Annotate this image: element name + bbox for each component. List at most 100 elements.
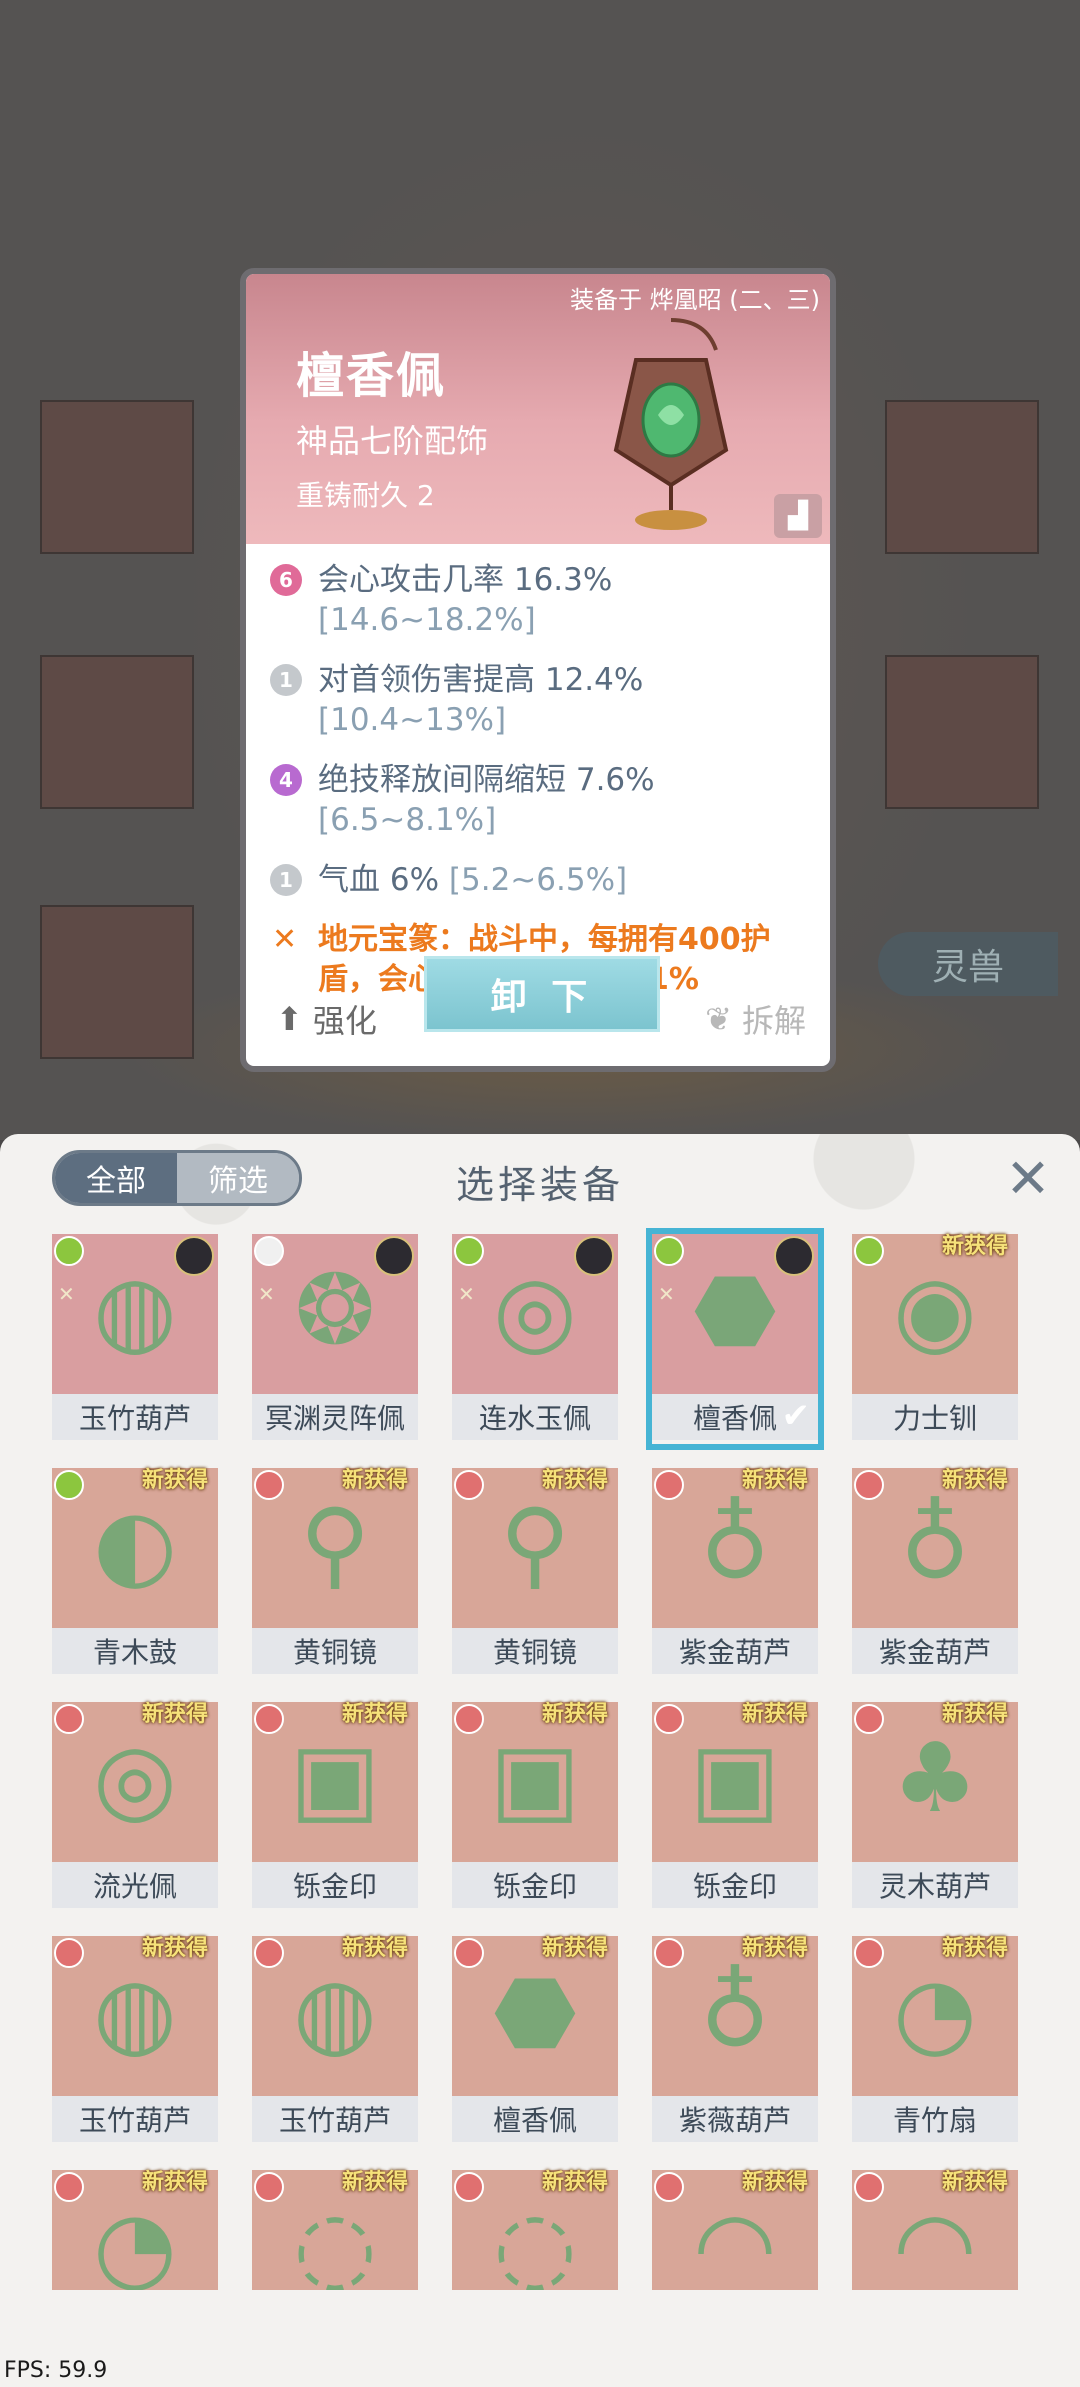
- new-tag: 新获得: [141, 1702, 208, 1727]
- card-actions: ⬆ 强化 卸 下 ❦ 拆解: [246, 956, 830, 1066]
- stat-row: 6 会心攻击几率 16.3% [14.6~18.2%]: [246, 560, 830, 640]
- rarity-icon: [454, 2172, 484, 2202]
- new-tag: 新获得: [941, 1702, 1008, 1727]
- item-detail-card: 装备于 烨凰昭 (二、三) 檀香佩 神品七阶配饰 重铸耐久 2 ▟ 6 会心攻击…: [240, 268, 836, 1072]
- equipment-slot[interactable]: ◎ 新获得 流光佩: [52, 1702, 218, 1912]
- equipment-slot[interactable]: ◎ ✕ 连水玉佩: [452, 1234, 618, 1444]
- upgrade-label: 强化: [312, 1002, 377, 1040]
- new-tag: 新获得: [341, 1468, 408, 1493]
- panel-title: 选择装备: [455, 1163, 624, 1207]
- rarity-icon: [854, 2172, 884, 2202]
- equipment-slot[interactable]: ⬣ ✕ 檀香佩 ✔: [646, 1228, 824, 1450]
- equipment-art-icon: ♁: [699, 1956, 771, 2068]
- item-header: 装备于 烨凰昭 (二、三) 檀香佩 神品七阶配饰 重铸耐久 2 ▟: [246, 274, 830, 544]
- stat-row: 4 绝技释放间隔缩短 7.6% [6.5~8.1%]: [246, 760, 830, 840]
- bg-equip-slot: [40, 655, 194, 809]
- stat-row: 1 气血 6% [5.2~6.5%]: [246, 860, 830, 900]
- rarity-icon: [854, 1236, 884, 1266]
- rarity-icon: [254, 1938, 284, 1968]
- equipment-slot[interactable]: ◠ 新获得: [852, 2170, 1018, 2290]
- rarity-icon: [854, 1704, 884, 1734]
- equipment-name: 玉竹葫芦: [52, 2096, 218, 2142]
- set-mark-icon: ✕: [658, 1282, 675, 1306]
- close-icon[interactable]: ✕: [1002, 1147, 1054, 1210]
- equipment-slot[interactable]: ❂ ✕ 冥渊灵阵佩: [252, 1234, 418, 1444]
- dismantle-button[interactable]: ❦ 拆解: [705, 996, 806, 1042]
- equipment-slot[interactable]: ♁ 新获得 紫薇葫芦: [652, 1936, 818, 2146]
- equipment-art-icon: ◍: [93, 1956, 177, 2068]
- pendant-icon: [613, 318, 729, 530]
- stat-level-badge: 4: [270, 764, 302, 796]
- equipment-art-icon: ♁: [699, 1488, 771, 1600]
- equipment-art-icon: ▣: [489, 1722, 581, 1834]
- equipment-art-icon: ◔: [893, 1956, 977, 2068]
- equipment-name: 玉竹葫芦: [52, 1394, 218, 1440]
- set-mark-icon: ✕: [258, 1282, 275, 1306]
- equipment-art-icon: ⚲: [499, 1488, 571, 1600]
- equipment-slot[interactable]: ◐ 新获得 青木鼓: [52, 1468, 218, 1678]
- equipment-slot[interactable]: ▣ 新获得 铄金印: [252, 1702, 418, 1912]
- rarity-icon: [254, 1470, 284, 1500]
- stat-range: [10.4~13%]: [318, 702, 507, 738]
- rarity-icon: [254, 1236, 284, 1266]
- equipment-slot[interactable]: ◌ 新获得: [452, 2170, 618, 2290]
- rarity-icon: [454, 1236, 484, 1266]
- equipment-art-icon: ♣: [891, 1722, 979, 1834]
- new-tag: 新获得: [341, 2170, 408, 2195]
- new-tag: 新获得: [741, 1468, 808, 1493]
- owner-avatar: [374, 1236, 414, 1276]
- equipment-art-icon: ◉: [893, 1254, 977, 1366]
- equipment-slot[interactable]: ◔ 新获得: [52, 2170, 218, 2290]
- bg-equip-slot: [885, 655, 1039, 809]
- rarity-icon: [54, 1236, 84, 1266]
- equipment-slot[interactable]: ◠ 新获得: [652, 2170, 818, 2290]
- dismantle-label: 拆解: [741, 1002, 806, 1040]
- equipment-slot[interactable]: ▣ 新获得 铄金印: [652, 1702, 818, 1912]
- equipment-slot[interactable]: ⬣ 新获得 檀香佩: [452, 1936, 618, 2146]
- rarity-icon: [254, 1704, 284, 1734]
- equipment-slot[interactable]: ⚲ 新获得 黄铜镜: [452, 1468, 618, 1678]
- new-tag: 新获得: [741, 1936, 808, 1961]
- stat-label: 气血 6%: [318, 862, 440, 898]
- equipment-slot[interactable]: ♣ 新获得灵木葫芦: [852, 1702, 1018, 1912]
- new-tag: 新获得: [941, 1468, 1008, 1493]
- set-mark-icon: ✕: [58, 1282, 75, 1306]
- equipment-art-icon: ◌: [493, 2190, 577, 2290]
- equipment-name: 灵木葫芦: [852, 1862, 1018, 1908]
- unequip-button[interactable]: 卸 下: [424, 956, 660, 1032]
- lock-icon[interactable]: ▟: [774, 494, 822, 538]
- equipment-slot[interactable]: ▣ 新获得 铄金印: [452, 1702, 618, 1912]
- rarity-icon: [54, 1938, 84, 1968]
- new-tag: 新获得: [741, 1702, 808, 1727]
- equipment-slot[interactable]: ♁ 新获得 紫金葫芦: [852, 1468, 1018, 1678]
- equipment-slot[interactable]: ◍ ✕ 玉竹葫芦: [52, 1234, 218, 1444]
- equipment-slot[interactable]: ⚲ 新获得 黄铜镜: [252, 1468, 418, 1678]
- upgrade-button[interactable]: ⬆ 强化: [276, 996, 377, 1042]
- equipment-art-icon: ▣: [289, 1722, 381, 1834]
- equipment-slot[interactable]: ◍ 新获得 玉竹葫芦: [252, 1936, 418, 2146]
- equipment-slot[interactable]: ◍ 新获得 玉竹葫芦: [52, 1936, 218, 2146]
- equipment-art-icon: ◌: [293, 2190, 377, 2290]
- stat-level-badge: 1: [270, 664, 302, 696]
- equipment-name: 玉竹葫芦: [252, 2096, 418, 2142]
- bg-equip-slot: [885, 400, 1039, 554]
- equipment-name: 连水玉佩: [452, 1394, 618, 1440]
- equipment-select-panel: 全部 筛选 选择装备 ✕ ◍ ✕ 玉竹葫芦 ❂ ✕ 冥渊灵阵佩 ◎ ✕ 连水玉佩 ⬣ ✕ 檀香佩 ✔ ◉ 新…: [0, 1134, 1080, 2387]
- equipment-name: 流光佩: [52, 1862, 218, 1908]
- item-grade: 神品七阶配饰: [296, 422, 489, 460]
- checkmark-icon: ✔: [781, 1396, 811, 1436]
- owner-avatar: [774, 1236, 814, 1276]
- equipment-slot[interactable]: ♁ 新获得 紫金葫芦: [652, 1468, 818, 1678]
- equipment-slot[interactable]: ◌ 新获得: [252, 2170, 418, 2290]
- equipment-name: 铄金印: [452, 1862, 618, 1908]
- equipment-slot[interactable]: ◉ 新获得 力士钏: [852, 1234, 1018, 1444]
- stat-level-badge: 1: [270, 864, 302, 896]
- equipment-art-icon: ◠: [893, 2190, 977, 2290]
- stat-label: 绝技释放间隔缩短 7.6%: [318, 762, 655, 798]
- new-tag: 新获得: [141, 2170, 208, 2195]
- stat-list: 6 会心攻击几率 16.3% [14.6~18.2%] 1 对首领伤害提高 12…: [246, 560, 830, 1000]
- rarity-icon: [654, 1704, 684, 1734]
- equipment-slot[interactable]: ◔ 新获得 青竹扇: [852, 1936, 1018, 2146]
- equipment-art-icon: ◍: [293, 1956, 377, 2068]
- equipment-name: 青竹扇: [852, 2096, 1018, 2142]
